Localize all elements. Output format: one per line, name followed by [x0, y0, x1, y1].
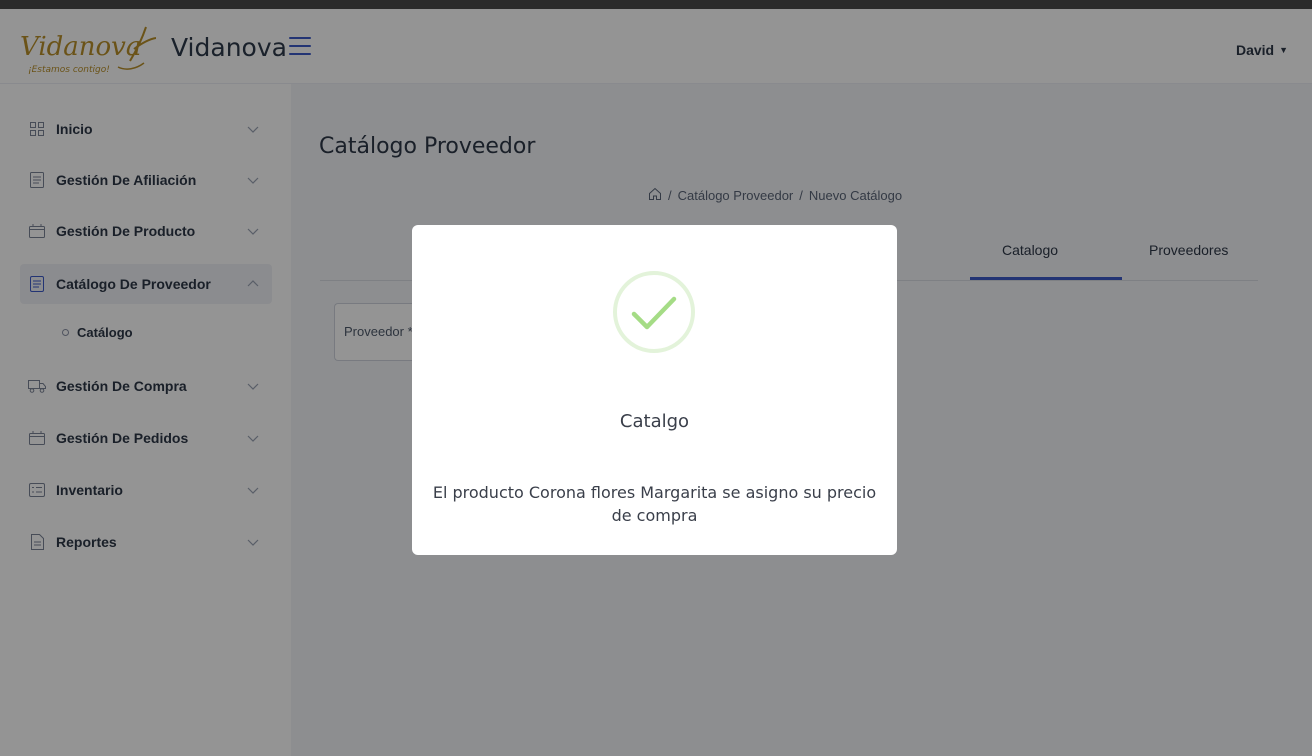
dialog-message: El producto Corona flores Margarita se a…: [432, 483, 877, 525]
success-dialog: Catalgo El producto Corona flores Margar…: [412, 225, 897, 555]
dialog-title: Catalgo: [619, 411, 690, 432]
success-check-icon: [613, 271, 695, 353]
browser-top-strip: [0, 0, 1312, 9]
